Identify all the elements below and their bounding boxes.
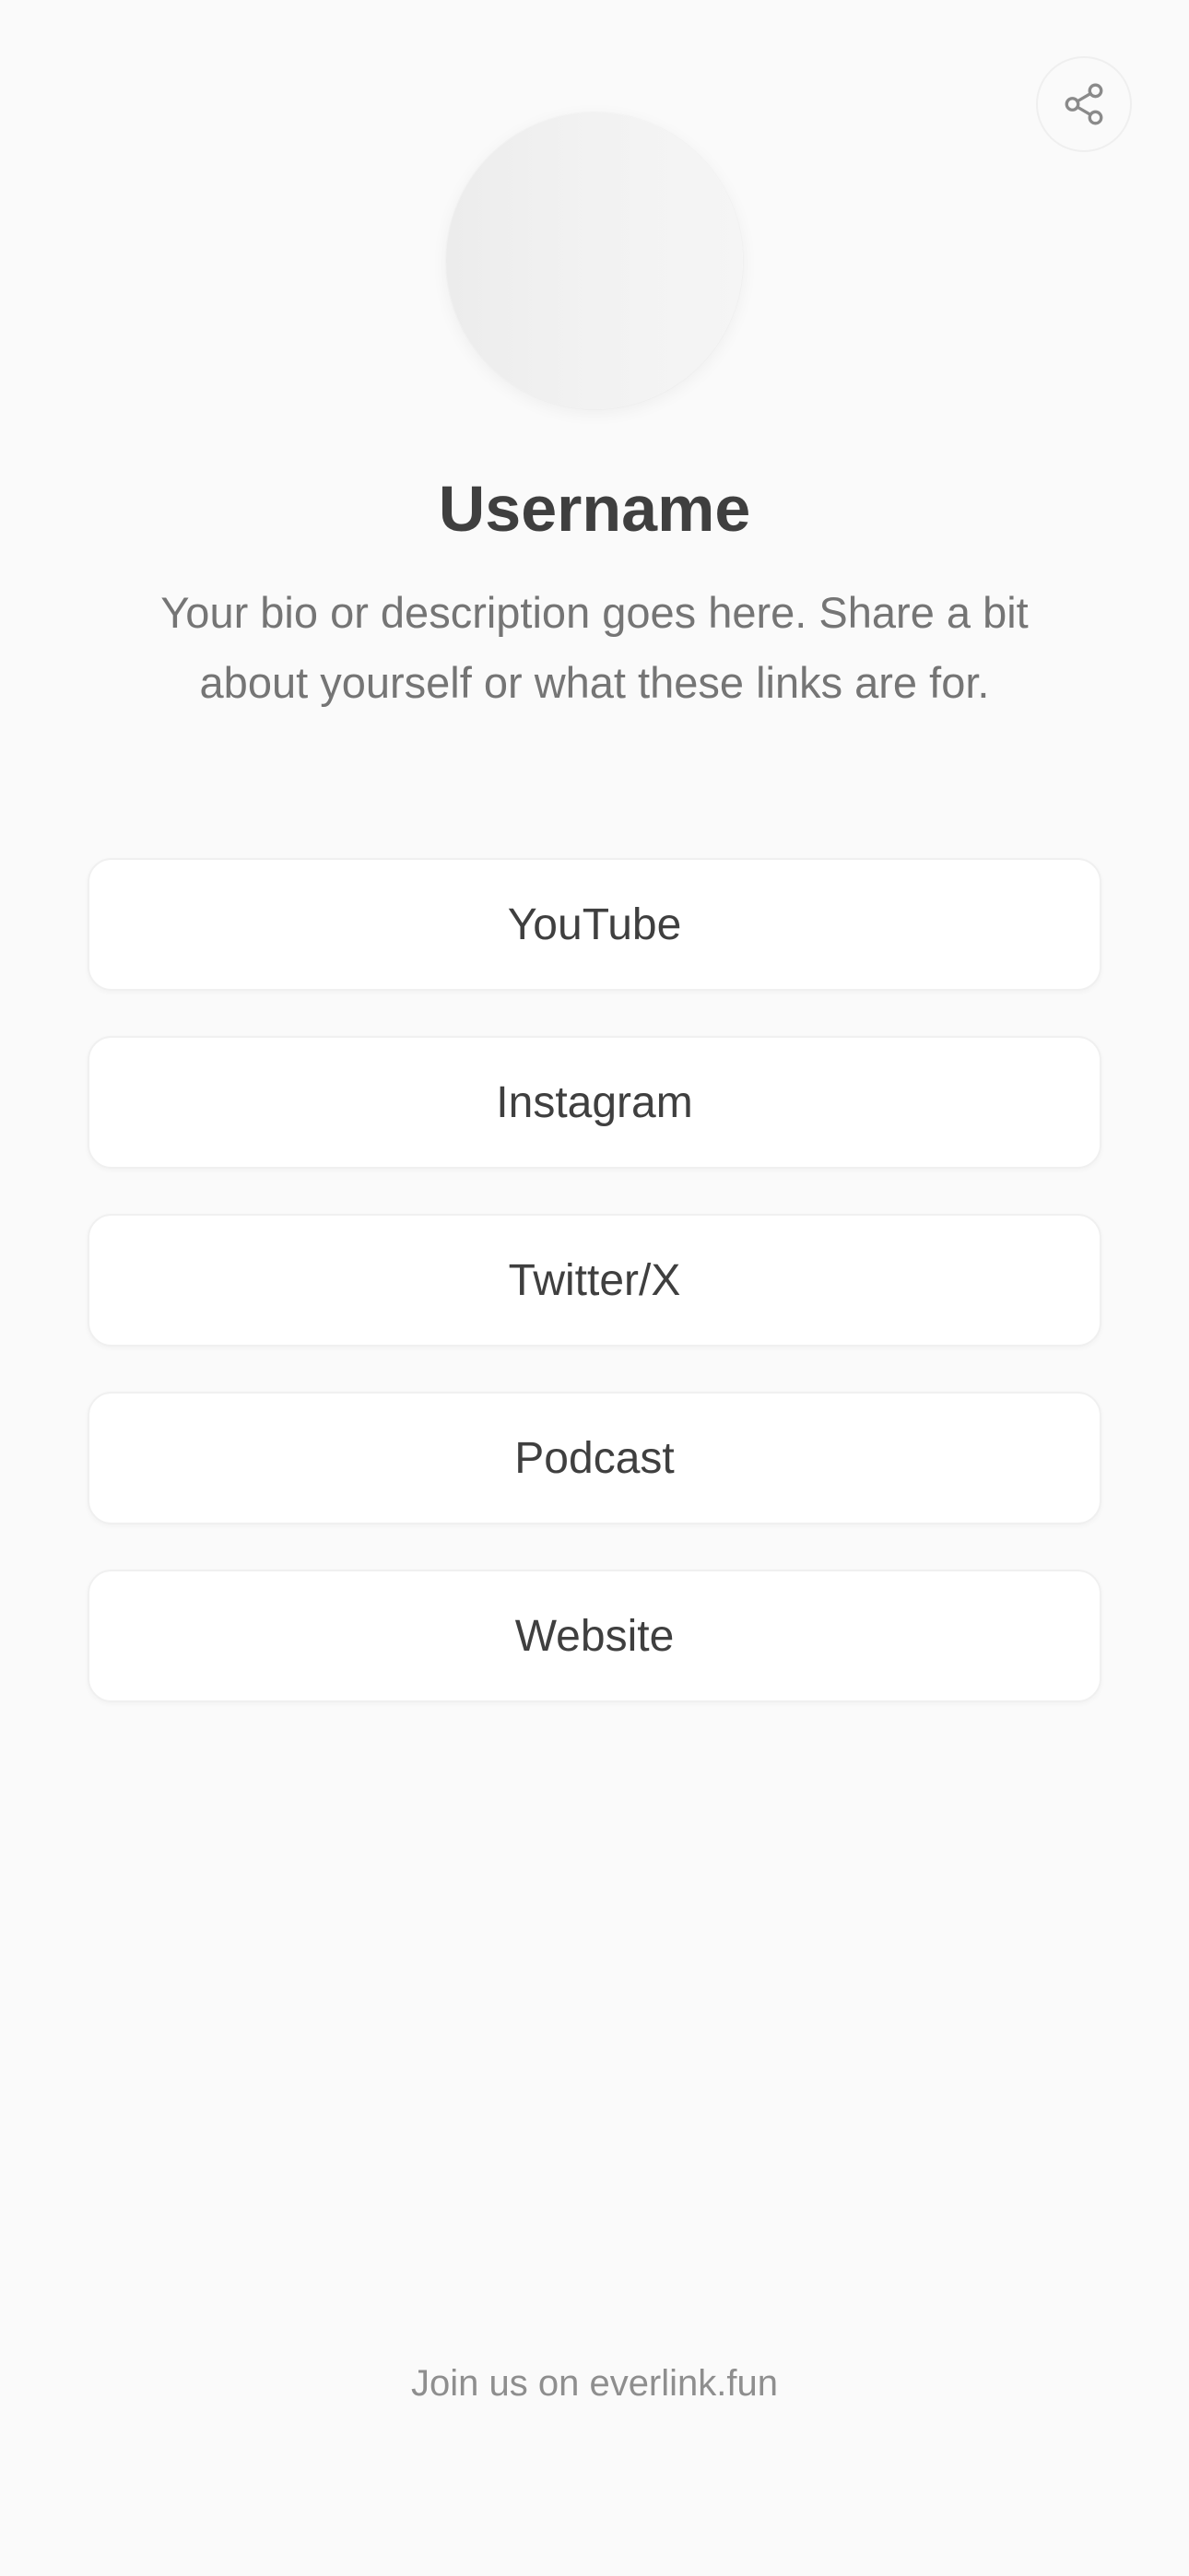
link-button-website[interactable]: Website	[88, 1570, 1101, 1702]
share-button[interactable]	[1036, 56, 1132, 152]
link-button-podcast[interactable]: Podcast	[88, 1392, 1101, 1524]
profile-username: Username	[438, 473, 751, 545]
profile-bio: Your bio or description goes here. Share…	[160, 588, 1029, 707]
link-button-youtube[interactable]: YouTube	[88, 858, 1101, 991]
avatar	[446, 112, 743, 409]
link-button-instagram[interactable]: Instagram	[88, 1036, 1101, 1169]
share-icon	[1061, 81, 1107, 127]
link-button-twitter[interactable]: Twitter/X	[88, 1214, 1101, 1347]
footer-link[interactable]: Join us on everlink.fun	[0, 2358, 1189, 2409]
link-list: YouTube Instagram Twitter/X Podcast Webs…	[88, 858, 1101, 1747]
